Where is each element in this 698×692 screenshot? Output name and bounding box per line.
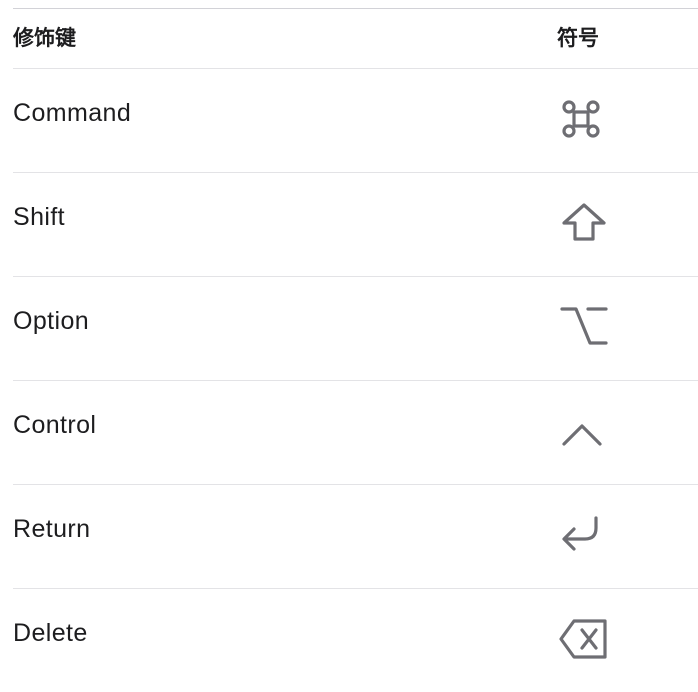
row-key-label: Delete — [13, 619, 88, 647]
row-key-label: Return — [13, 515, 91, 543]
table-row: Delete — [13, 589, 698, 692]
shift-symbol-icon — [557, 201, 611, 249]
modifier-keys-table: 修饰键 符号 Command Shift Option Control Retu… — [13, 8, 698, 692]
row-key-label: Control — [13, 411, 97, 439]
table-row: Control — [13, 381, 698, 485]
row-key-label: Command — [13, 99, 132, 127]
column-header-symbol: 符号 — [557, 26, 599, 50]
table-row: Shift — [13, 173, 698, 277]
delete-symbol-icon — [557, 617, 611, 665]
table-row: Return — [13, 485, 698, 589]
table-row: Command — [13, 69, 698, 173]
table-row: Option — [13, 277, 698, 381]
column-header-modifier-key: 修饰键 — [13, 26, 76, 50]
row-key-label: Option — [13, 307, 90, 335]
command-symbol-icon — [557, 97, 611, 145]
option-symbol-icon — [557, 305, 611, 353]
row-key-label: Shift — [13, 203, 66, 231]
table-header-row: 修饰键 符号 — [13, 9, 698, 69]
control-symbol-icon — [557, 409, 611, 457]
return-symbol-icon — [557, 513, 611, 561]
